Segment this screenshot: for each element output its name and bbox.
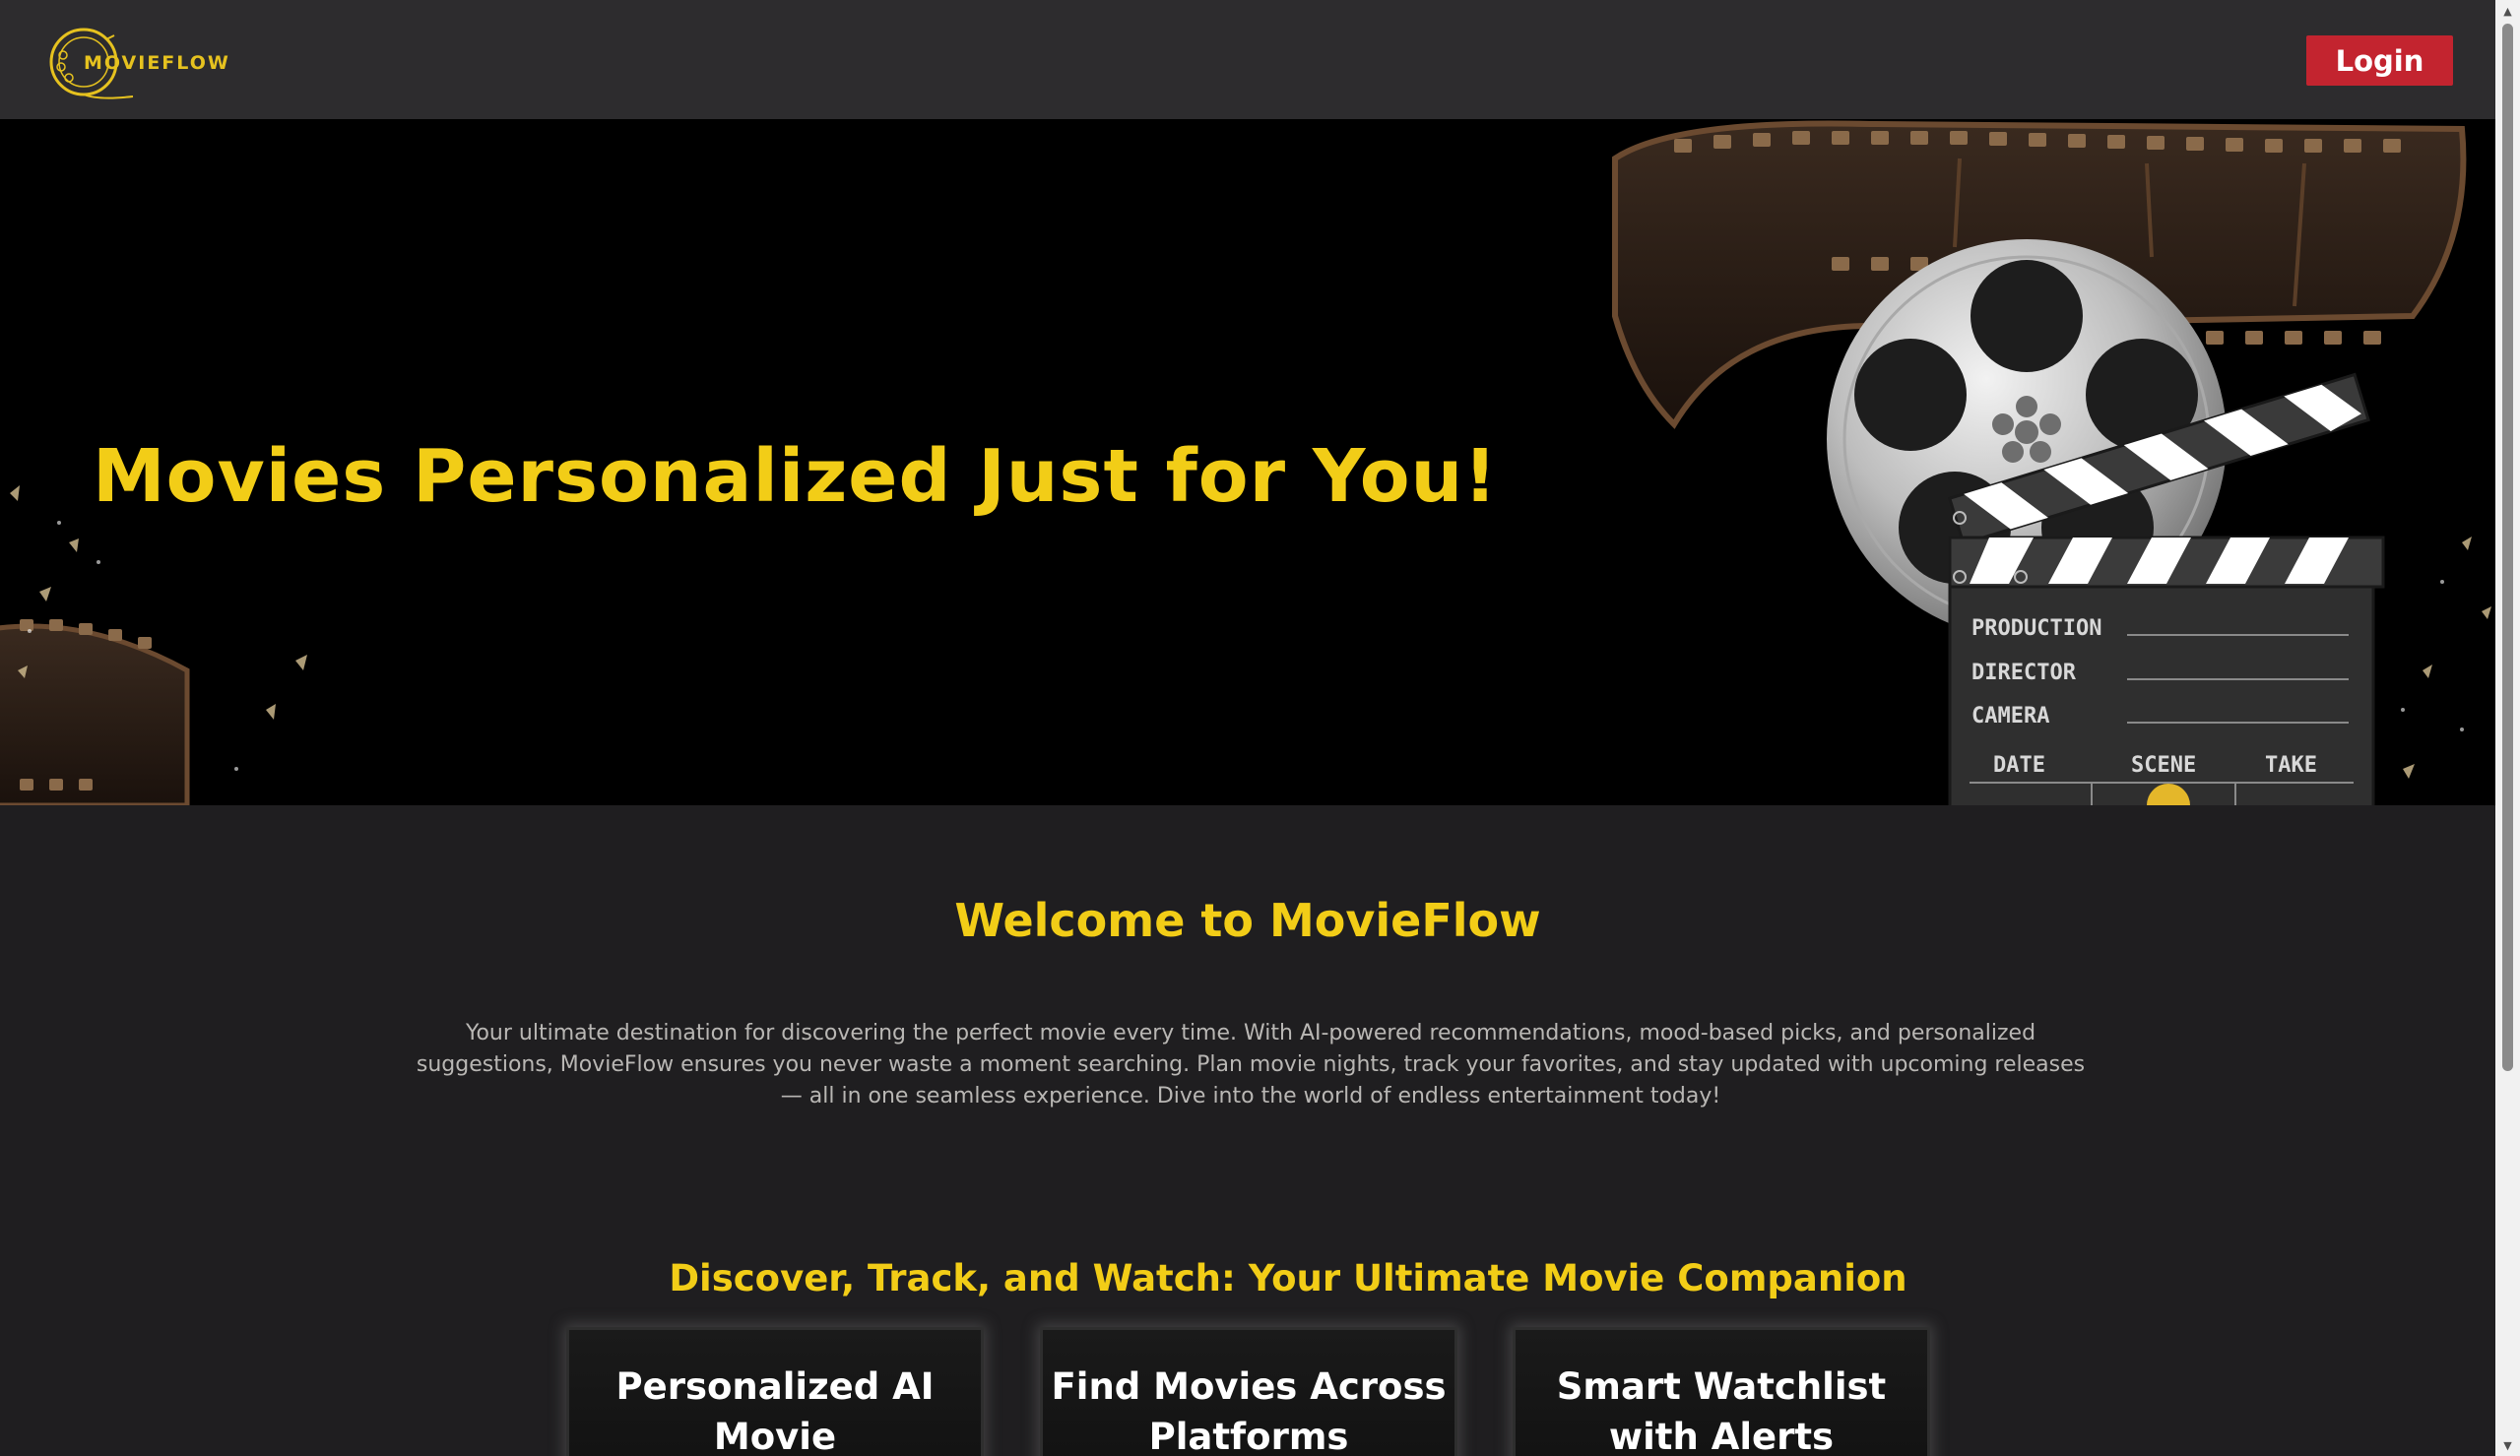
- hero-title: Movies Personalized Just for You!: [93, 434, 1498, 519]
- clapper-scene-label: SCENE: [2131, 753, 2196, 778]
- feature-card-title: Find Movies Across Platforms: [1051, 1365, 1447, 1456]
- clapper-camera-label: CAMERA: [1971, 704, 2049, 728]
- scroll-down-arrow-icon[interactable]: ▼: [2495, 1434, 2520, 1456]
- features-heading: Discover, Track, and Watch: Your Ultimat…: [669, 1257, 1907, 1299]
- feature-card-find-movies[interactable]: Find Movies Across Platforms: [1040, 1327, 1457, 1456]
- top-nav-bar: MOVIEFLOW Login: [0, 0, 2495, 119]
- feature-card-ai-recommendations[interactable]: Personalized AI Movie Recommendations: [566, 1327, 984, 1456]
- welcome-heading: Welcome to MovieFlow: [954, 894, 1541, 947]
- clapper-take-label: TAKE: [2265, 753, 2317, 778]
- logo-text: MOVIEFLOW: [84, 52, 230, 74]
- hero-banner: PRODUCTION DIRECTOR CAMERA DATE SCENE TA…: [0, 119, 2495, 805]
- clapper-production-label: PRODUCTION: [1971, 616, 2101, 641]
- feature-card-smart-watchlist[interactable]: Smart Watchlist with Alerts: [1513, 1327, 1930, 1456]
- movieflow-logo[interactable]: MOVIEFLOW: [49, 26, 236, 100]
- welcome-description: Your ultimate destination for discoverin…: [416, 1021, 2086, 1108]
- page: MOVIEFLOW Login PRODUCTION DIRECTOR CAME…: [0, 0, 2495, 1456]
- feature-card-title: Smart Watchlist with Alerts: [1556, 1365, 1887, 1456]
- clapper-date-label: DATE: [1993, 753, 2045, 778]
- clapper-director-label: DIRECTOR: [1971, 661, 2077, 685]
- feature-card-title: Personalized AI Movie Recommendations: [615, 1365, 935, 1456]
- scroll-thumb[interactable]: [2502, 24, 2513, 1071]
- login-button[interactable]: Login: [2306, 35, 2453, 86]
- scroll-up-arrow-icon[interactable]: ▲: [2495, 0, 2520, 22]
- page-scrollbar[interactable]: ▲ ▼: [2495, 0, 2520, 1456]
